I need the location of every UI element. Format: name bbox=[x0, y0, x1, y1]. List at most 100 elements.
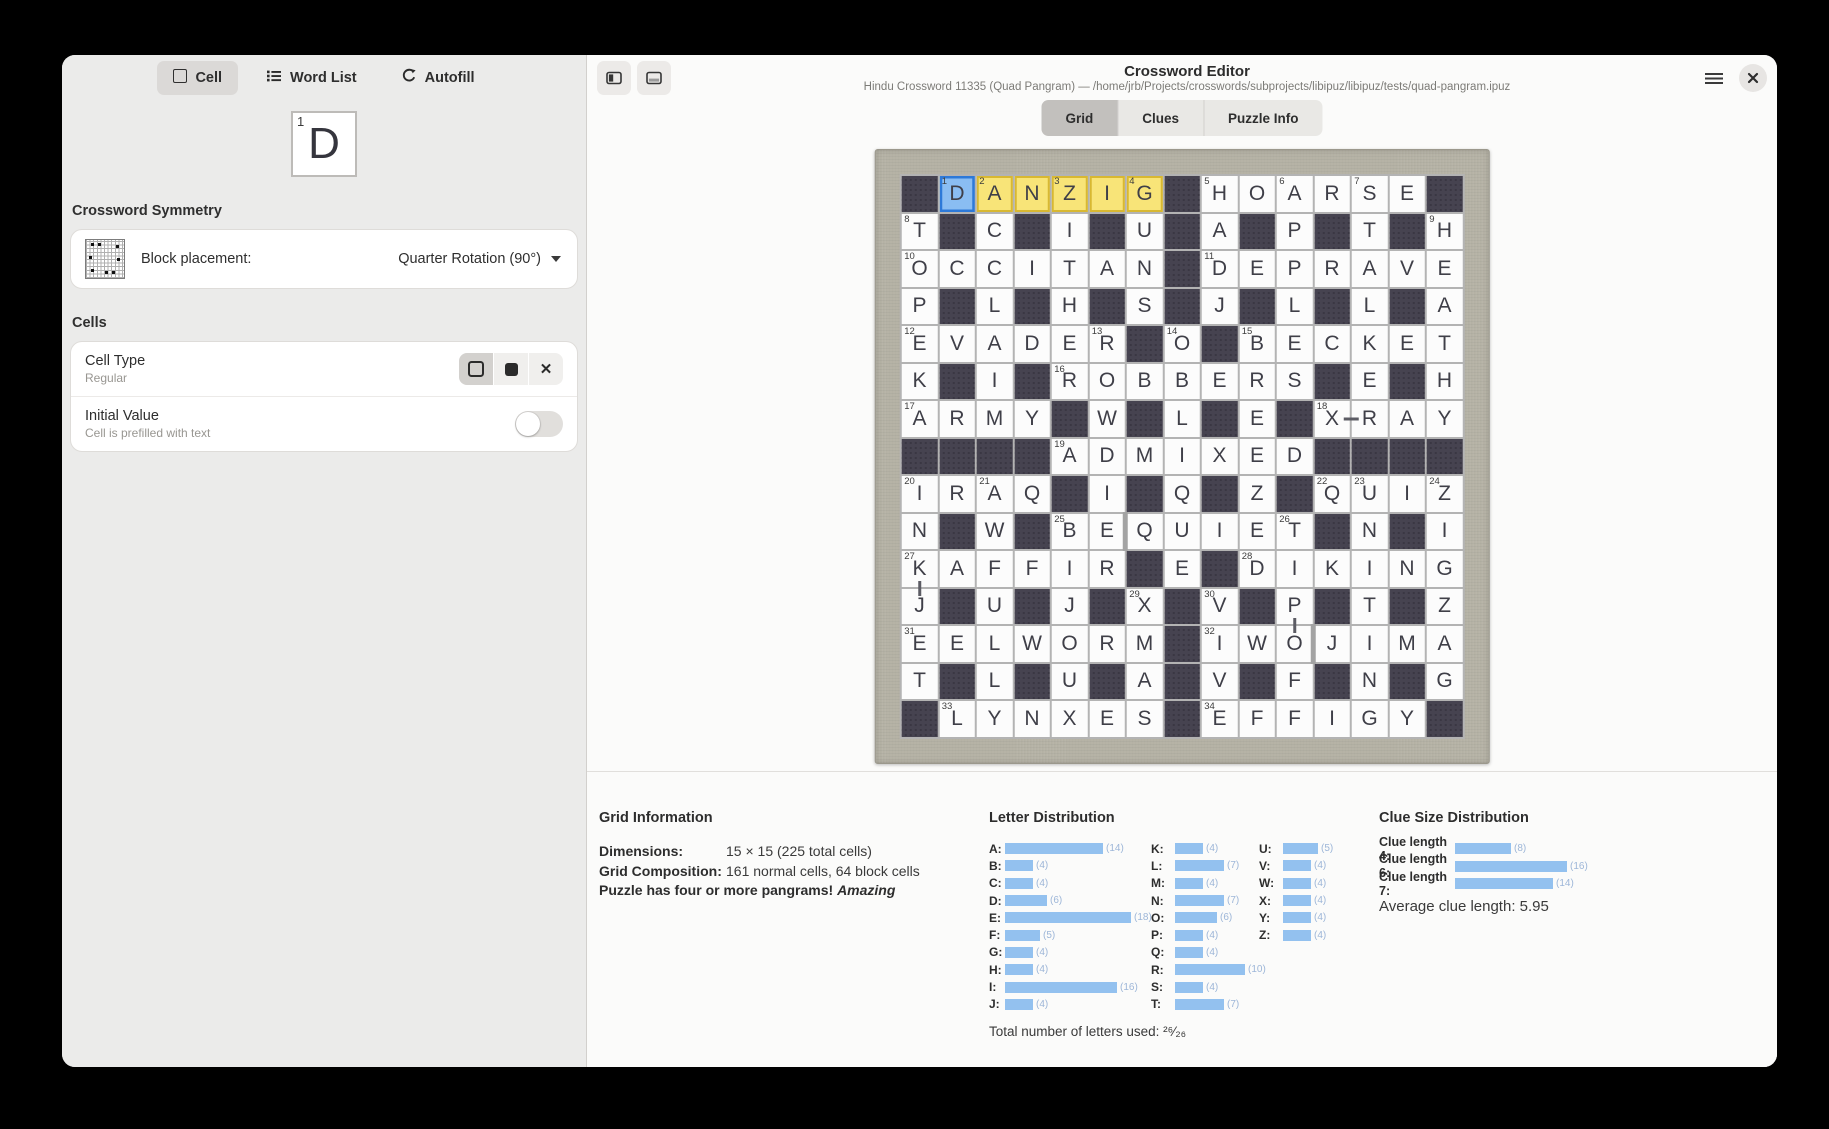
grid-cell[interactable]: 11D bbox=[1202, 251, 1238, 287]
grid-cell[interactable] bbox=[1389, 514, 1425, 550]
grid-cell[interactable] bbox=[1164, 626, 1200, 662]
grid-cell[interactable] bbox=[1052, 476, 1088, 512]
grid-cell[interactable] bbox=[939, 289, 975, 325]
grid-cell[interactable]: J bbox=[1314, 626, 1350, 662]
grid-cell[interactable]: H bbox=[1052, 289, 1088, 325]
grid-cell[interactable]: R bbox=[939, 401, 975, 437]
grid-cell[interactable]: I bbox=[1052, 214, 1088, 250]
grid-cell[interactable]: 22Q bbox=[1314, 476, 1350, 512]
grid-cell[interactable]: C bbox=[1314, 326, 1350, 362]
grid-cell[interactable] bbox=[1427, 176, 1463, 212]
grid-cell[interactable]: N bbox=[1127, 251, 1163, 287]
grid-cell[interactable]: Q bbox=[1164, 476, 1200, 512]
grid-cell[interactable] bbox=[1427, 701, 1463, 737]
block-cell-button[interactable] bbox=[494, 353, 528, 385]
grid-cell[interactable] bbox=[1427, 439, 1463, 475]
grid-cell[interactable]: E bbox=[1202, 364, 1238, 400]
grid-cell[interactable]: E bbox=[939, 626, 975, 662]
grid-cell[interactable]: I bbox=[1277, 551, 1313, 587]
grid-cell[interactable]: W bbox=[1014, 626, 1050, 662]
grid-cell[interactable] bbox=[1314, 439, 1350, 475]
grid-cell[interactable] bbox=[1202, 551, 1238, 587]
initial-value-toggle[interactable] bbox=[515, 411, 563, 437]
grid-cell[interactable] bbox=[1164, 664, 1200, 700]
grid-cell[interactable]: 5H bbox=[1202, 176, 1238, 212]
grid-cell[interactable]: M bbox=[977, 401, 1013, 437]
grid-cell[interactable]: 1D bbox=[939, 176, 975, 212]
grid-cell[interactable]: 14O bbox=[1164, 326, 1200, 362]
grid-cell[interactable]: I bbox=[1352, 626, 1388, 662]
grid-cell[interactable] bbox=[1164, 251, 1200, 287]
grid-cell[interactable] bbox=[902, 176, 938, 212]
grid-cell[interactable]: D bbox=[1014, 326, 1050, 362]
grid-cell[interactable]: 4G bbox=[1127, 176, 1163, 212]
grid-cell[interactable] bbox=[939, 364, 975, 400]
grid-cell[interactable]: 3Z bbox=[1052, 176, 1088, 212]
grid-cell[interactable] bbox=[1014, 664, 1050, 700]
grid-cell[interactable]: J bbox=[1202, 289, 1238, 325]
grid-cell[interactable]: A bbox=[1202, 214, 1238, 250]
grid-cell[interactable] bbox=[1389, 439, 1425, 475]
grid-cell[interactable]: L bbox=[1277, 289, 1313, 325]
grid-cell[interactable]: N bbox=[1352, 664, 1388, 700]
grid-cell[interactable] bbox=[1089, 589, 1125, 625]
grid-cell[interactable]: N bbox=[1014, 176, 1050, 212]
grid-cell[interactable] bbox=[1014, 214, 1050, 250]
tab-grid[interactable]: Grid bbox=[1041, 100, 1117, 136]
grid-cell[interactable]: W bbox=[977, 514, 1013, 550]
menu-button[interactable] bbox=[1697, 61, 1731, 95]
grid-cell[interactable]: I bbox=[1164, 439, 1200, 475]
grid-cell[interactable]: 30V bbox=[1202, 589, 1238, 625]
grid-cell[interactable]: 7S bbox=[1352, 176, 1388, 212]
grid-cell[interactable]: 15B bbox=[1239, 326, 1275, 362]
grid-cell[interactable]: 6A bbox=[1277, 176, 1313, 212]
grid-cell[interactable]: I bbox=[977, 364, 1013, 400]
grid-cell[interactable]: U bbox=[977, 589, 1013, 625]
grid-cell[interactable]: Q bbox=[1127, 514, 1163, 550]
grid-cell[interactable]: T bbox=[1352, 589, 1388, 625]
grid-cell[interactable]: 27K bbox=[902, 551, 938, 587]
grid-cell[interactable] bbox=[1014, 514, 1050, 550]
grid-cell[interactable]: F bbox=[1277, 664, 1313, 700]
block-placement-row[interactable]: Block placement: Quarter Rotation (90°) bbox=[71, 230, 577, 288]
grid-cell[interactable]: E bbox=[1239, 514, 1275, 550]
grid-cell[interactable] bbox=[1314, 214, 1350, 250]
grid-cell[interactable]: 33L bbox=[939, 701, 975, 737]
grid-cell[interactable]: Z bbox=[1239, 476, 1275, 512]
grid-cell[interactable]: U bbox=[1164, 514, 1200, 550]
tab-clues[interactable]: Clues bbox=[1117, 100, 1203, 136]
grid-cell[interactable]: M bbox=[1127, 439, 1163, 475]
grid-cell[interactable]: X bbox=[1052, 701, 1088, 737]
delete-cell-button[interactable]: ✕ bbox=[529, 353, 563, 385]
toggle-sidebar-button[interactable] bbox=[597, 61, 631, 95]
grid-cell[interactable]: Y bbox=[1427, 401, 1463, 437]
grid-cell[interactable] bbox=[1014, 589, 1050, 625]
grid-cell[interactable]: C bbox=[939, 251, 975, 287]
grid-cell[interactable]: V bbox=[1389, 251, 1425, 287]
grid-cell[interactable]: R bbox=[1314, 176, 1350, 212]
grid-cell[interactable]: O bbox=[1089, 364, 1125, 400]
grid-cell[interactable]: P bbox=[1277, 251, 1313, 287]
grid-cell[interactable]: G bbox=[1352, 701, 1388, 737]
grid-cell[interactable]: R bbox=[1089, 551, 1125, 587]
grid-cell[interactable]: F bbox=[977, 551, 1013, 587]
grid-cell[interactable]: T bbox=[1427, 326, 1463, 362]
grid-cell[interactable]: N bbox=[1014, 701, 1050, 737]
grid-cell[interactable] bbox=[939, 214, 975, 250]
grid-cell[interactable]: 17A bbox=[902, 401, 938, 437]
grid-cell[interactable]: 21A bbox=[977, 476, 1013, 512]
grid-cell[interactable]: V bbox=[1202, 664, 1238, 700]
grid-cell[interactable] bbox=[1239, 289, 1275, 325]
grid-cell[interactable]: P bbox=[902, 289, 938, 325]
grid-cell[interactable]: E bbox=[1239, 401, 1275, 437]
grid-cell[interactable] bbox=[1239, 214, 1275, 250]
grid-cell[interactable]: M bbox=[1389, 626, 1425, 662]
grid-cell[interactable]: A bbox=[1089, 251, 1125, 287]
grid-cell[interactable]: S bbox=[1277, 364, 1313, 400]
grid-cell[interactable]: F bbox=[1277, 701, 1313, 737]
grid-cell[interactable]: 32I bbox=[1202, 626, 1238, 662]
grid-cell[interactable]: N bbox=[902, 514, 938, 550]
grid-cell[interactable]: I bbox=[1427, 514, 1463, 550]
grid-cell[interactable]: E bbox=[1089, 514, 1125, 550]
grid-cell[interactable] bbox=[1389, 289, 1425, 325]
